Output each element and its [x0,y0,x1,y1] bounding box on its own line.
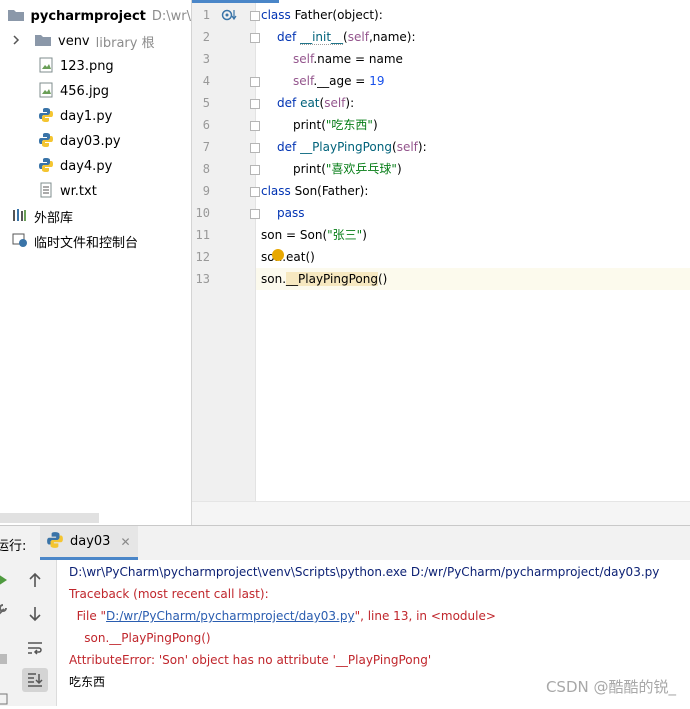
code-editor[interactable]: 1 2 3 4 5 6 7 8 9 10 11 12 13 class Fath… [192,0,690,525]
code-line-4: self.__age = 19 [293,74,385,88]
tree-item-456-jpg[interactable]: 456.jpg [0,79,191,104]
code-line-11: son = Son("张三") [261,228,367,242]
run-tab-day03[interactable]: day03 ✕ [40,526,138,560]
line-number: 3 [202,52,210,66]
console-error-line: AttributeError: 'Son' object has no attr… [69,653,432,667]
fold-marker-icon[interactable] [250,187,260,197]
python-file-icon [38,157,54,177]
python-icon [46,531,64,553]
editor-tab-indicator [192,0,279,3]
rerun-icon[interactable] [0,572,8,591]
run-toolwindow-header: 运行: day03 ✕ [0,525,690,561]
fold-marker-icon[interactable] [250,11,260,21]
code-line-1: class Father(object): [261,8,383,22]
line-number: 13 [195,272,210,286]
tree-item-label: 123.png [60,59,114,74]
tree-item-label: 456.jpg [60,84,110,99]
line-number: 5 [202,96,210,110]
code-line-9: class Son(Father): [261,184,369,198]
python-file-icon [38,107,54,127]
arrow-up-icon[interactable] [22,568,48,592]
console-command-line: D:\wr\PyCharm\pycharmproject\venv\Script… [69,565,660,579]
fold-marker-icon[interactable] [250,121,260,131]
console-output-line: 吃东西 [69,675,106,689]
folder-icon [7,8,25,26]
soft-wrap-icon[interactable] [22,636,48,660]
close-icon[interactable]: ✕ [120,535,130,549]
wrench-icon[interactable] [0,602,8,621]
code-line-12: son.eat() [261,250,315,264]
line-number: 11 [195,228,210,242]
image-file-icon [38,57,54,77]
run-tab-label: day03 [70,534,111,549]
project-panel: pycharmproject D:\wr\ venv library 根 123… [0,0,192,525]
line-number: 6 [202,118,210,132]
code-line-10: pass [277,206,305,220]
tree-item-label: venv [58,34,90,49]
tree-item-scratches[interactable]: 临时文件和控制台 [0,229,191,254]
text-file-icon [38,182,54,202]
editor-horizontal-scrollbar[interactable] [192,501,690,525]
console-traceback-line: Traceback (most recent call last): [69,587,269,601]
layout-icon[interactable] [0,690,8,709]
tree-item-label: 外部库 [34,211,74,226]
tree-item-venv[interactable]: venv library 根 [0,29,191,54]
tree-item-123-png[interactable]: 123.png [0,54,191,79]
tree-item-day03-py[interactable]: day03.py [0,129,191,154]
console-code-line: son.__PlayPingPong() [69,631,211,645]
watermark: CSDN @酷酷的锐_ [545,678,676,696]
run-label: 运行: [0,539,27,554]
lightbulb-icon[interactable] [272,249,284,261]
line-number: 7 [202,140,210,154]
library-icon [12,207,28,227]
console-file-line: File "D:/wr/PyCharm/pycharmproject/day03… [69,609,496,623]
folder-icon [34,33,52,51]
run-side-toolbar [0,560,15,706]
line-number: 2 [202,30,210,44]
code-line-3: self.name = name [293,52,403,66]
python-file-icon [38,132,54,152]
tree-item-label: wr.txt [60,184,97,199]
code-line-7: def __PlayPingPong(self): [277,140,427,154]
line-number: 4 [202,74,210,88]
tree-item-label: 临时文件和控制台 [34,236,139,251]
chevron-right-icon[interactable] [10,34,22,50]
line-number: 10 [195,206,210,220]
tree-item-day1-py[interactable]: day1.py [0,104,191,129]
root-path: D:\wr\ [151,9,191,24]
project-horizontal-scrollbar[interactable] [0,513,99,523]
tree-item-wr-txt[interactable]: wr.txt [0,179,191,204]
scratches-icon [12,232,28,252]
fold-marker-icon[interactable] [250,77,260,87]
tree-item-day4-py[interactable]: day4.py [0,154,191,179]
root-name: pycharmproject [30,9,146,24]
line-number: 1 [202,8,210,22]
code-line-2: def __init__(self,name): [277,30,416,45]
traceback-file-link[interactable]: D:/wr/PyCharm/pycharmproject/day03.py [106,609,355,623]
tree-item-label: day03.py [60,134,121,149]
image-file-icon [38,82,54,102]
fold-marker-icon[interactable] [250,99,260,109]
tree-item-label: day1.py [60,109,113,124]
tree-item-external-libraries[interactable]: 外部库 [0,204,191,229]
override-marker-icon[interactable] [221,7,237,26]
code-line-8: print("喜欢乒乓球") [293,162,402,176]
run-console-toolbar [14,560,57,706]
fold-marker-icon[interactable] [250,33,260,43]
arrow-down-icon[interactable] [22,602,48,626]
line-number: 8 [202,162,210,176]
fold-marker-icon[interactable] [250,165,260,175]
code-line-13: son.__PlayPingPong() [261,272,388,286]
fold-marker-icon[interactable] [250,209,260,219]
code-line-5: def eat(self): [277,96,355,110]
library-root-note: library 根 [95,36,155,51]
tree-root[interactable]: pycharmproject D:\wr\ [0,4,191,29]
line-number: 12 [195,250,210,264]
line-number: 9 [202,184,210,198]
code-line-6: print("吃东西") [293,118,378,132]
tree-item-label: day4.py [60,159,113,174]
stop-icon[interactable] [0,650,8,669]
fold-marker-icon[interactable] [250,143,260,153]
scroll-to-end-icon[interactable] [22,668,48,692]
